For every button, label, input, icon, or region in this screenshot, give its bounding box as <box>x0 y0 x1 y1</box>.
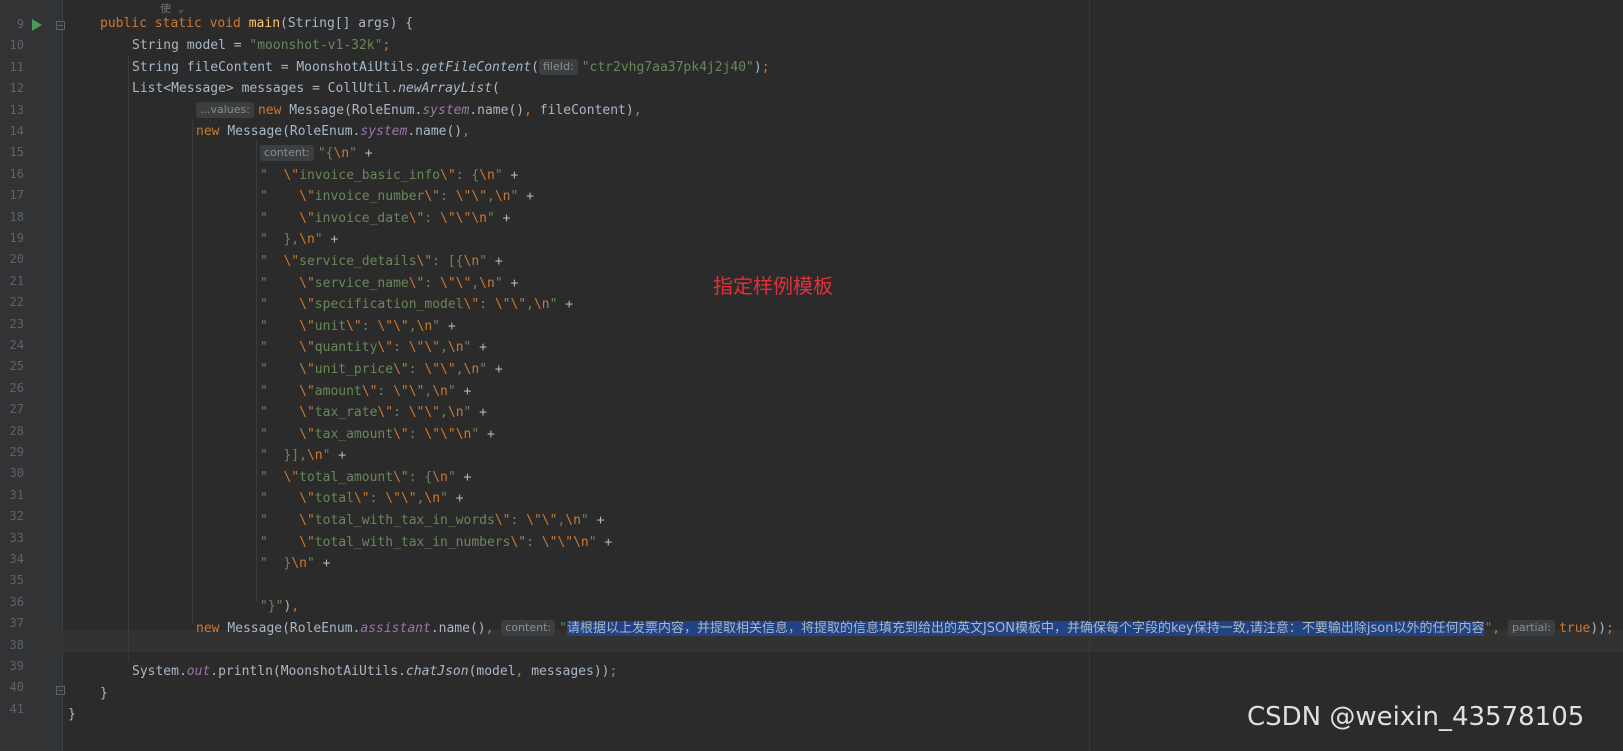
line-number: 29 <box>9 445 24 459</box>
line-number: 39 <box>9 659 24 673</box>
code-line: " \"tax_rate\": \"\",\n" + <box>260 405 488 420</box>
line-number: 30 <box>9 466 24 481</box>
code-line: " \"unit\": \"\",\n" + <box>260 319 456 334</box>
code-line: " \"invoice_basic_info\": {\n" + <box>260 168 519 183</box>
param-hint: fileId: <box>539 59 578 75</box>
line-number: 24 <box>9 338 24 352</box>
code-line: " \"specification_model\": \"\",\n" + <box>260 297 574 312</box>
run-main-icon[interactable] <box>32 19 42 31</box>
line-number: 35 <box>9 573 24 588</box>
indent-guide <box>256 140 257 602</box>
code-line: " \"total\": \"\",\n" + <box>260 491 464 506</box>
line-number: 15 <box>9 145 24 160</box>
param-hint: content: <box>501 620 556 636</box>
line-number: 10 <box>9 38 24 53</box>
code-line: } <box>100 686 108 701</box>
param-hint: content: <box>260 145 314 161</box>
line-number: 9 <box>16 17 24 31</box>
line-number: 34 <box>9 552 24 566</box>
code-line: "}"), <box>260 599 300 614</box>
annotation-text: 指定样例模板 <box>713 274 833 298</box>
line-number: 13 <box>9 102 24 117</box>
line-number: 36 <box>9 594 24 609</box>
line-number: 11 <box>9 59 24 74</box>
code-line: " },\n" + <box>260 232 339 247</box>
code-line: " \"total_amount\": {\n" + <box>260 470 472 485</box>
line-number: 19 <box>9 231 24 245</box>
code-line: " \"unit_price\": \"\",\n" + <box>260 362 503 377</box>
code-line: new Message(RoleEnum.system.name(), <box>196 124 470 139</box>
watermark: CSDN @weixin_43578105 <box>1247 702 1585 732</box>
line-number: 23 <box>9 316 24 331</box>
code-line: " \"tax_amount\": \"\"\n" + <box>260 427 495 442</box>
code-line: " \"invoice_date\": \"\"\n" + <box>260 211 511 226</box>
indent-guide <box>192 119 193 623</box>
code-line: List<Message> messages = CollUtil.newArr… <box>132 81 500 96</box>
code-line: " \"quantity\": \"\",\n" + <box>260 340 488 355</box>
code-line: " \"invoice_number\": \"\",\n" + <box>260 189 534 204</box>
line-number: 41 <box>9 701 24 716</box>
code-line: System.out.println(MoonshotAiUtils.chatJ… <box>132 664 618 679</box>
code-line: } <box>68 707 76 722</box>
line-number: 22 <box>9 295 24 310</box>
code-line: String fileContent = MoonshotAiUtils.get… <box>132 59 770 75</box>
line-number: 25 <box>9 359 24 374</box>
code-line: " }\n" + <box>260 556 331 571</box>
code-line: " }],\n" + <box>260 448 347 463</box>
selected-text[interactable]: 请根据以上发票内容，并提取相关信息，将提取的信息填充到给出的英文JSON模板中，… <box>566 621 1485 636</box>
line-number: 20 <box>9 252 24 267</box>
code-editor[interactable]: 使 ⌄ public static void main(String[] arg… <box>62 0 1623 751</box>
param-hint: ...values: <box>196 102 254 118</box>
line-number: 21 <box>9 273 24 288</box>
line-number: 40 <box>9 680 24 695</box>
code-line: " \"service_name\": \"\",\n" + <box>260 276 519 291</box>
code-line: " \"total_with_tax_in_numbers\": \"\"\n"… <box>260 535 613 550</box>
code-line: String model = "moonshot-v1-32k"; <box>132 38 391 53</box>
line-number: 18 <box>9 209 24 224</box>
line-number: 37 <box>9 616 24 631</box>
line-number: 38 <box>9 637 24 652</box>
line-number: 12 <box>9 81 24 96</box>
line-number: 32 <box>9 509 24 524</box>
line-number: 16 <box>9 166 24 181</box>
line-number: 28 <box>9 423 24 438</box>
code-line: " \"total_with_tax_in_words\": \"\",\n" … <box>260 513 605 528</box>
indent-guide <box>128 56 129 662</box>
line-number: 27 <box>9 402 24 417</box>
line-number: 26 <box>9 380 24 395</box>
line-number: 17 <box>9 188 24 203</box>
code-line: " \"service_details\": [{\n" + <box>260 254 503 269</box>
line-number: 14 <box>9 124 24 138</box>
code-line: new Message(RoleEnum.assistant.name(), c… <box>196 620 1614 636</box>
param-hint: partial: <box>1507 620 1556 636</box>
line-number: 31 <box>9 487 24 502</box>
code-line: " \"amount\": \"\",\n" + <box>260 384 472 399</box>
code-line: ...values: new Message(RoleEnum.system.na… <box>196 100 642 122</box>
line-number: 33 <box>9 530 24 545</box>
code-line: content: "{\n" + <box>260 143 373 165</box>
code-line: public static void main(String[] args) { <box>100 16 414 31</box>
